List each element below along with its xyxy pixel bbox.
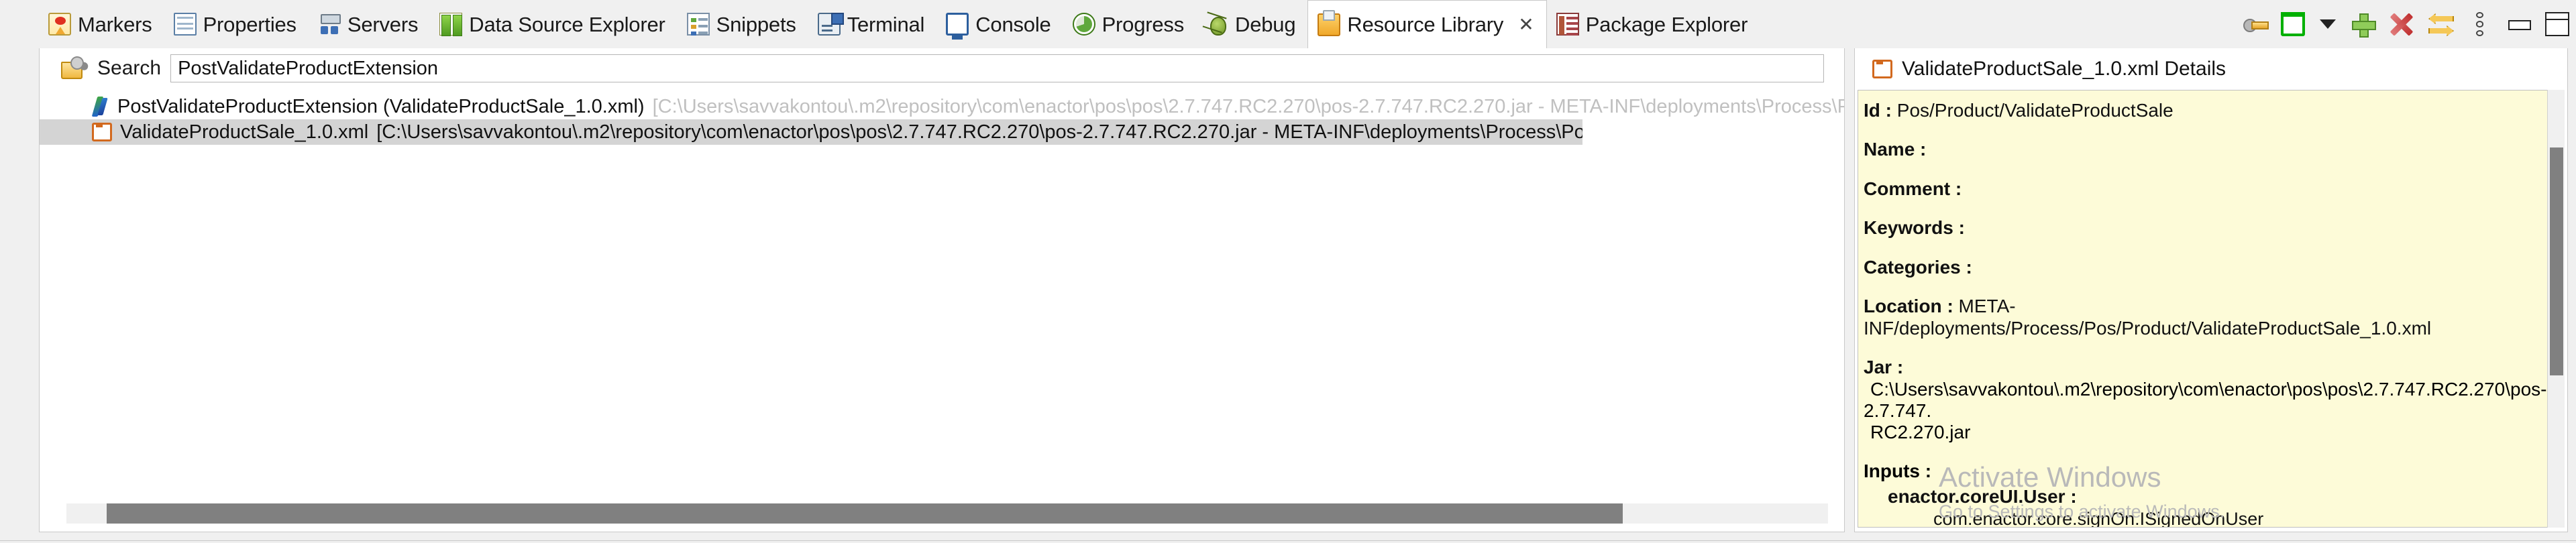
result-path: [C:\Users\savvakontou\.m2\repository\com…	[652, 95, 1844, 117]
eclipse-workbench-window: Markers Properties Servers Data Source E…	[0, 0, 2576, 543]
tab-progress[interactable]: Progress	[1063, 0, 1196, 48]
search-icon	[61, 56, 88, 80]
input-key: enactor.coreUI.User :	[1888, 485, 2077, 507]
search-label: Search	[97, 57, 162, 79]
detail-field-inputs: Inputs : enactor.coreUI.User : com.enact…	[1864, 460, 2564, 528]
chevron-down-icon[interactable]	[2320, 19, 2336, 29]
detail-field-keywords: Keywords :	[1864, 217, 2564, 239]
search-bar: Search	[40, 48, 1844, 88]
add-icon[interactable]	[2351, 12, 2376, 38]
minimize-icon[interactable]	[2506, 12, 2531, 36]
detail-label: Keywords :	[1864, 217, 1965, 239]
result-name: PostValidateProductExtension (ValidatePr…	[117, 95, 645, 117]
tab-label: Package Explorer	[1585, 12, 1748, 36]
tab-resource-library[interactable]: Resource Library ✕	[1307, 0, 1547, 48]
maximize-icon[interactable]	[2545, 12, 2569, 36]
detail-label: Categories :	[1864, 256, 1972, 278]
result-row[interactable]: PostValidateProductExtension (ValidatePr…	[40, 94, 1844, 119]
detail-field-location: Location : META-INF/deployments/Process/…	[1864, 296, 2564, 339]
detail-field-comment: Comment :	[1864, 178, 2564, 200]
tab-console[interactable]: Console	[936, 0, 1063, 48]
tab-servers[interactable]: Servers	[309, 0, 430, 48]
restore-view-icon[interactable]	[2281, 12, 2305, 36]
input-type: com.enactor.core.signOn.ISignedOnUser	[1933, 508, 2264, 528]
horizontal-scrollbar[interactable]	[66, 503, 1828, 524]
result-row[interactable]: ValidateProductSale_1.0.xml [C:\Users\sa…	[40, 119, 1582, 145]
servers-icon	[318, 13, 341, 36]
detail-value-line-1: C:\Users\savvakontou\.m2\repository\com\…	[1864, 378, 2547, 421]
package-explorer-icon	[1556, 13, 1579, 36]
tab-label: Console	[975, 12, 1051, 36]
detail-value: Pos/Product/ValidateProductSale	[1896, 100, 2174, 121]
search-results-list: PostValidateProductExtension (ValidatePr…	[40, 88, 1844, 145]
tab-package-explorer[interactable]: Package Explorer	[1547, 0, 1760, 48]
detail-label: Comment :	[1864, 178, 1962, 199]
debug-icon	[1205, 13, 1228, 36]
tab-label: Terminal	[847, 12, 925, 36]
tab-label: Debug	[1235, 12, 1296, 36]
tab-label: Data Source Explorer	[469, 12, 665, 36]
tab-label: Snippets	[716, 12, 796, 36]
detail-field-categories: Categories :	[1864, 257, 2564, 278]
view-tab-bar: Markers Properties Servers Data Source E…	[0, 0, 2576, 48]
tab-label: Properties	[203, 12, 297, 36]
progress-icon	[1072, 13, 1095, 36]
vertical-scrollbar[interactable]	[2547, 90, 2565, 528]
key-icon[interactable]	[2242, 12, 2269, 36]
close-icon[interactable]: ✕	[1518, 15, 1534, 34]
inputs-label: Inputs :	[1864, 460, 1932, 481]
snippets-icon	[686, 13, 710, 36]
vertical-scrollbar-thumb[interactable]	[2550, 147, 2563, 375]
detail-label: Id :	[1864, 100, 1892, 121]
tab-snippets[interactable]: Snippets	[678, 0, 808, 48]
view-tab-list: Markers Properties Servers Data Source E…	[0, 0, 1760, 48]
detail-value-line-2: RC2.270.jar	[1870, 421, 1971, 442]
workbench-content: Search PostValidateProductExtension (Val…	[0, 48, 2576, 543]
detail-field-name: Name :	[1864, 139, 2564, 160]
detail-label: Jar :	[1864, 357, 1904, 378]
markers-icon	[48, 13, 71, 36]
search-input[interactable]	[170, 54, 1824, 82]
data-source-explorer-icon	[439, 13, 463, 36]
terminal-icon	[817, 13, 844, 36]
delete-icon[interactable]	[2390, 12, 2414, 36]
details-panel: ValidateProductSale_1.0.xml Details Id :…	[1854, 48, 2568, 532]
detail-field-jar: Jar : C:\Users\savvakontou\.m2\repositor…	[1864, 357, 2564, 442]
tab-properties[interactable]: Properties	[164, 0, 309, 48]
properties-icon	[173, 13, 197, 36]
result-name: ValidateProductSale_1.0.xml	[120, 121, 369, 143]
detail-field-id: Id : Pos/Product/ValidateProductSale	[1864, 100, 2564, 121]
tab-terminal[interactable]: Terminal	[808, 0, 937, 48]
tab-label: Markers	[78, 12, 152, 36]
detail-label: Location :	[1864, 296, 1953, 317]
details-header: ValidateProductSale_1.0.xml Details	[1855, 48, 2567, 90]
console-icon	[946, 13, 969, 40]
resource-library-panel: Search PostValidateProductExtension (Val…	[39, 48, 1845, 532]
resource-library-icon	[1318, 9, 1341, 36]
synchronize-icon[interactable]	[2428, 12, 2453, 36]
tab-markers[interactable]: Markers	[39, 0, 164, 48]
result-path: [C:\Users\savvakontou\.m2\repository\com…	[376, 121, 1582, 143]
tab-label: Resource Library	[1347, 13, 1504, 36]
tab-data-source-explorer[interactable]: Data Source Explorer	[430, 0, 677, 48]
detail-label: Name :	[1864, 139, 1927, 160]
extension-icon	[89, 97, 109, 117]
view-toolbar	[2242, 8, 2569, 40]
details-title: ValidateProductSale_1.0.xml Details	[1902, 58, 2226, 80]
horizontal-scrollbar-thumb[interactable]	[107, 503, 1623, 524]
tab-label: Servers	[347, 12, 419, 36]
details-body: Id : Pos/Product/ValidateProductSale Nam…	[1858, 90, 2565, 528]
xml-file-icon	[92, 123, 112, 141]
xml-file-icon	[1872, 60, 1892, 78]
window-bottom-edge	[0, 540, 2576, 543]
tab-debug[interactable]: Debug	[1196, 0, 1307, 48]
tab-label: Progress	[1102, 12, 1185, 36]
view-menu-icon[interactable]	[2467, 12, 2491, 36]
